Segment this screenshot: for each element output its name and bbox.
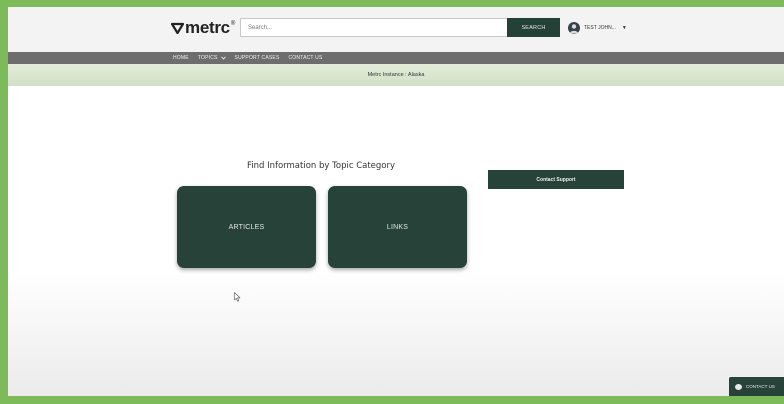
instance-label: Metrc Instance : Alaska	[367, 72, 425, 78]
user-avatar-icon	[568, 22, 580, 34]
metrc-logo-icon	[171, 22, 184, 34]
topic-heading: Find Information by Topic Category	[246, 161, 396, 171]
chevron-down-icon	[220, 56, 226, 60]
chat-button-label: CONTACT US	[746, 384, 775, 389]
nav-support-cases[interactable]: SUPPORT CASES	[235, 55, 280, 61]
nav-home[interactable]: HOME	[173, 55, 189, 61]
main-nav: HOME TOPICS SUPPORT CASES CONTACT US	[8, 52, 784, 64]
main-content: Find Information by Topic Category ARTIC…	[8, 86, 784, 396]
browser-viewport: metrc ® Search... SEARCH TEST JOHN... ▼ …	[8, 7, 784, 396]
logo-text: metrc	[185, 18, 230, 37]
logo-registered-mark: ®	[230, 21, 235, 27]
contact-us-chat-button[interactable]: CONTACT US	[729, 377, 784, 396]
articles-card[interactable]: ARTICLES	[177, 186, 316, 268]
user-name: TEST JOHN...	[584, 25, 616, 31]
contact-support-button[interactable]: Contact Support	[488, 170, 624, 189]
nav-contact-us[interactable]: CONTACT US	[288, 55, 322, 61]
site-header: metrc ® Search... SEARCH TEST JOHN... ▼	[8, 7, 784, 52]
nav-topics-label: TOPICS	[197, 55, 218, 61]
links-card-label: LINKS	[386, 223, 409, 231]
mouse-cursor-icon	[234, 292, 241, 302]
metrc-logo[interactable]: metrc ®	[171, 17, 235, 39]
articles-card-label: ARTICLES	[228, 223, 265, 231]
user-menu[interactable]: TEST JOHN... ▼	[568, 21, 627, 35]
chat-bubble-icon	[735, 383, 742, 390]
links-card[interactable]: LINKS	[328, 186, 467, 268]
nav-topics[interactable]: TOPICS	[198, 55, 226, 61]
search-button[interactable]: SEARCH	[507, 18, 560, 37]
chevron-down-icon: ▼	[621, 25, 627, 31]
instance-banner: Metrc Instance : Alaska	[8, 64, 784, 86]
search-input[interactable]: Search...	[240, 18, 508, 37]
